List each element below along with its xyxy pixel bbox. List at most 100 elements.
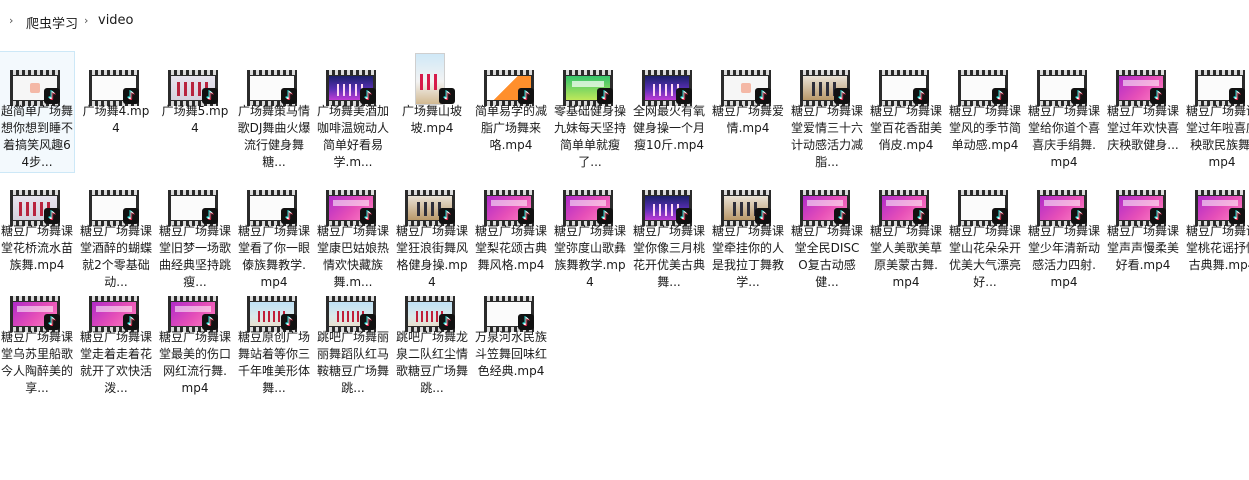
file-item[interactable]: ♪ 糖豆广场舞课堂百花香甜美俏皮.mp4: [869, 52, 943, 172]
file-name: 广场舞策马情歌DJ舞曲火爆流行健身舞糖...: [237, 104, 311, 169]
tiktok-icon: ♪: [360, 208, 376, 224]
file-item[interactable]: ♪糖豆广场舞课堂过年啦喜庆秧歌民族舞.mp4: [1185, 52, 1249, 172]
video-file-icon: ♪: [1195, 70, 1245, 106]
file-item[interactable]: ♪ 糖豆广场舞课堂走着走着花就开了欢快活泼...: [79, 278, 153, 395]
video-file-icon: ♪: [642, 70, 692, 106]
file-item[interactable]: ♪ 糖豆广场舞课堂山花朵朵开优美大气漂亮好...: [948, 172, 1022, 289]
file-name: 超简单广场舞想你想到睡不着搞笑风趣64步...: [0, 104, 73, 169]
file-name: 跳吧广场舞龙泉二队红尘情歌糖豆广场舞跳...: [395, 330, 468, 395]
video-file-icon: ♪: [247, 190, 297, 226]
tiktok-icon: ♪: [834, 88, 850, 104]
file-item[interactable]: ♪ 万泉河水民族斗笠舞回味红色经典.mp4: [474, 278, 548, 388]
file-name: 糖豆广场舞课堂你像三月桃花开优美古典舞...: [632, 224, 705, 289]
chevron-right-icon[interactable]: ›: [9, 14, 13, 27]
tiktok-icon: ♪: [123, 208, 139, 224]
tiktok-icon: ♪: [992, 208, 1008, 224]
tiktok-icon: ♪: [597, 208, 613, 224]
file-item[interactable]: ♪ 广场舞5.mp4: [158, 52, 232, 172]
video-file-icon: ♪: [326, 70, 376, 106]
file-item[interactable]: ♪ 糖豆广场舞课堂过年欢快喜庆秧歌健身...: [1106, 52, 1180, 172]
tiktok-icon: ♪: [1071, 208, 1087, 224]
file-item[interactable]: ♪ 广场舞山坡坡.mp4: [395, 52, 469, 172]
file-name: 万泉河水民族斗笠舞回味红色经典.mp4: [474, 330, 547, 378]
tiktok-icon: ♪: [518, 88, 534, 104]
file-grid: ♪ 超简单广场舞想你想到睡不着搞笑风趣64步... ♪ 广场舞4.mp4 ♪ 广场舞5.m…: [0, 51, 1249, 472]
video-file-icon: ♪: [800, 70, 850, 106]
tiktok-icon: ♪: [1150, 88, 1166, 104]
tiktok-icon: ♪: [281, 88, 297, 104]
file-item[interactable]: ♪ 糖豆广场舞课堂你像三月桃花开优美古典舞...: [632, 172, 706, 289]
tiktok-icon: ♪: [44, 88, 60, 104]
file-name: 零基础健身操九妹每天坚持简单单就瘦了...: [553, 104, 626, 169]
video-file-icon: ♪: [721, 190, 771, 226]
file-item[interactable]: ♪ 跳吧广场舞龙泉二队红尘情歌糖豆广场舞跳...: [395, 278, 469, 395]
file-name: 糖豆广场舞课堂花桥流水苗族舞.mp4: [0, 224, 73, 272]
file-item[interactable]: ♪ 糖豆广场舞课堂花桥流水苗族舞.mp4: [0, 172, 74, 277]
video-file-icon: ♪: [247, 70, 297, 106]
tiktok-icon: ♪: [281, 208, 297, 224]
file-item[interactable]: ♪ 跳吧广场舞丽丽舞蹈队红马鞍糖豆广场舞跳...: [316, 278, 390, 395]
file-item[interactable]: ♪ 全网最火有氧健身操一个月瘦10斤.mp4: [632, 52, 706, 172]
file-name: 糖豆广场舞课堂过年啦喜庆秧歌民族舞.mp4: [1185, 104, 1249, 169]
file-item[interactable]: ♪ 糖豆广场舞课堂牵挂你的人是我拉丁舞教学...: [711, 172, 785, 289]
file-item[interactable]: ♪ 糖豆广场舞课堂爱情三十六计动感活力减脂...: [790, 52, 864, 172]
file-name: 糖豆广场舞课堂走着走着花就开了欢快活泼...: [79, 330, 152, 395]
breadcrumb-current[interactable]: video: [98, 13, 134, 28]
video-file-icon: ♪: [168, 70, 218, 106]
file-item[interactable]: ♪ 糖豆广场舞课堂最美的伤口网红流行舞.mp4: [158, 278, 232, 395]
tiktok-icon: ♪: [439, 88, 455, 104]
video-file-icon: ♪: [484, 70, 534, 106]
file-name: 广场舞山坡坡.mp4: [401, 104, 462, 135]
file-item[interactable]: ♪ 零基础健身操九妹每天坚持简单单就瘦了...: [553, 52, 627, 172]
file-name: 糖豆广场舞课堂少年清新动感活力四射.mp4: [1027, 224, 1100, 289]
video-file-icon: ♪: [10, 70, 60, 106]
file-item[interactable]: ♪ 糖豆广场舞课堂乌苏里船歌今人陶醉美的享...: [0, 278, 74, 395]
breadcrumb-folder[interactable]: 爬虫学习: [26, 13, 78, 32]
file-item[interactable]: ♪ 糖豆广场舞课堂狂浪街舞风格健身操.mp4: [395, 172, 469, 289]
video-file-icon: ♪: [1116, 70, 1166, 106]
file-name: 糖豆广场舞课堂弥度山歌彝族舞教学.mp4: [553, 224, 626, 289]
video-file-icon: ♪: [1037, 190, 1087, 226]
file-item[interactable]: ♪ 糖豆广场舞课堂弥度山歌彝族舞教学.mp4: [553, 172, 627, 289]
file-item[interactable]: ♪ 糖豆广场舞课堂人美歌美草原美蒙古舞.mp4: [869, 172, 943, 289]
file-item[interactable]: ♪ 糖豆广场舞课堂给你道个喜喜庆手绢舞.mp4: [1027, 52, 1101, 172]
file-item[interactable]: ♪ 糖豆原创广场舞站着等你三千年唯美形体舞...: [237, 278, 311, 395]
video-file-icon: ♪: [168, 296, 218, 332]
file-item[interactable]: ♪ 广场舞策马情歌DJ舞曲火爆流行健身舞糖...: [237, 52, 311, 172]
tiktok-icon: ♪: [1071, 88, 1087, 104]
file-item[interactable]: ♪ 糖豆广场舞课堂少年清新动感活力四射.mp4: [1027, 172, 1101, 289]
video-file-icon: ♪: [1037, 70, 1087, 106]
video-file-icon: ♪: [642, 190, 692, 226]
video-file-icon: ♪: [879, 190, 929, 226]
file-item[interactable]: ♪ 广场舞4.mp4: [79, 52, 153, 172]
file-item[interactable]: ♪ 超简单广场舞想你想到睡不着搞笑风趣64步...: [0, 51, 75, 173]
tiktok-icon: ♪: [439, 208, 455, 224]
file-item[interactable]: ♪ 广场舞美酒加咖啡温婉动人简单好看易学.m...: [316, 52, 390, 172]
file-name: 糖豆广场舞课堂乌苏里船歌今人陶醉美的享...: [0, 330, 73, 395]
tiktok-icon: ♪: [518, 208, 534, 224]
tiktok-icon: ♪: [1229, 208, 1245, 224]
tiktok-icon: ♪: [755, 208, 771, 224]
file-name: 糖豆广场舞课堂最美的伤口网红流行舞.mp4: [158, 330, 231, 395]
file-item[interactable]: ♪ 糖豆广场舞课堂全民DISCO复古动感健...: [790, 172, 864, 289]
file-item[interactable]: ♪ 糖豆广场舞课堂旧梦一场歌曲经典坚持跳瘦...: [158, 172, 232, 289]
file-item[interactable]: ♪糖豆广场舞课堂桃花谣抒情古典舞.mp4: [1185, 172, 1249, 277]
file-item[interactable]: ♪ 糖豆广场舞课堂风的季节简单动感.mp4: [948, 52, 1022, 172]
tiktok-icon: ♪: [360, 314, 376, 330]
file-item[interactable]: ♪ 糖豆广场舞爱情.mp4: [711, 52, 785, 172]
file-item[interactable]: ♪ 糖豆广场舞课堂梨花颂古典舞风格.mp4: [474, 172, 548, 277]
file-item[interactable]: ♪ 糖豆广场舞课堂声声慢柔美好看.mp4: [1106, 172, 1180, 277]
video-file-icon: ♪: [405, 296, 455, 332]
file-item[interactable]: ♪ 糖豆广场舞课堂看了你一眼傣族舞教学.mp4: [237, 172, 311, 289]
file-item[interactable]: ♪ 糖豆广场舞课堂康巴姑娘热情欢快藏族舞.m...: [316, 172, 390, 289]
file-name: 糖豆广场舞课堂声声慢柔美好看.mp4: [1106, 224, 1179, 272]
file-name: 糖豆广场舞课堂风的季节简单动感.mp4: [948, 104, 1021, 152]
tiktok-icon: ♪: [676, 88, 692, 104]
chevron-right-icon[interactable]: ›: [84, 14, 88, 27]
file-name: 糖豆广场舞课堂爱情三十六计动感活力减脂...: [790, 104, 863, 169]
file-item[interactable]: ♪ 糖豆广场舞课堂酒醉的蝴蝶就2个零基础动...: [79, 172, 153, 289]
tiktok-icon: ♪: [44, 208, 60, 224]
video-file-icon: ♪: [247, 296, 297, 332]
file-item[interactable]: ♪ 简单易学的减脂广场舞来咯.mp4: [474, 52, 548, 172]
video-file-icon: ♪: [1116, 190, 1166, 226]
